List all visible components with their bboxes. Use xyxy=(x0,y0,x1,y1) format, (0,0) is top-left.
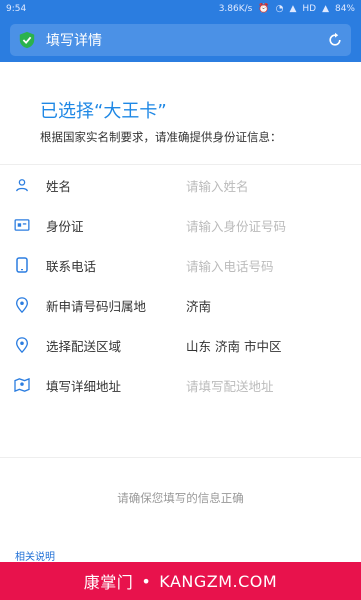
delivery-area-value[interactable]: 山东 济南 市中区 xyxy=(186,336,281,355)
name-label: 姓名 xyxy=(46,178,72,194)
id-card-icon xyxy=(14,219,30,231)
number-location-field[interactable]: 新申请号码归属地 济南 xyxy=(0,285,361,325)
id-card-label: 身份证 xyxy=(46,218,84,234)
signal-icon-2: ▲ xyxy=(322,4,329,14)
name-field[interactable]: 姓名 请输入姓名 xyxy=(0,165,361,205)
form-header: 已选择“大王卡” 根据国家实名制要求，请准确提供身份证信息： xyxy=(40,97,341,145)
name-input[interactable]: 请输入姓名 xyxy=(186,176,249,195)
footer-banner: 康掌门 • KANGZM.COM xyxy=(0,562,361,600)
location-pin-icon xyxy=(15,297,29,313)
delivery-area-field[interactable]: 选择配送区域 山东 济南 市中区 xyxy=(0,325,361,365)
refresh-icon[interactable] xyxy=(327,32,343,48)
form-content: 已选择“大王卡” 根据国家实名制要求，请准确提供身份证信息： 姓名 请输入姓名 … xyxy=(0,62,361,562)
location-pin-icon xyxy=(15,337,29,353)
number-location-label: 新申请号码归属地 xyxy=(46,298,147,314)
page-title: 填写详情 xyxy=(46,33,102,49)
footer-brand-en: KANGZM.COM xyxy=(159,571,278,591)
signal-icon: ▲ xyxy=(289,4,297,14)
map-icon xyxy=(14,378,30,392)
divider xyxy=(0,457,361,458)
phone-label: 联系电话 xyxy=(46,258,97,274)
address-input[interactable]: 请填写配送地址 xyxy=(186,376,274,395)
network-speed: 3.86K/s xyxy=(218,4,253,14)
confirmation-note: 请确保您填写的信息正确 xyxy=(117,491,244,505)
shield-check-icon xyxy=(19,31,35,49)
wifi-icon: ◔ xyxy=(275,4,284,14)
instruction-text: 根据国家实名制要求，请准确提供身份证信息： xyxy=(40,130,282,144)
id-card-input[interactable]: 请输入身份证号码 xyxy=(186,216,286,235)
delivery-area-label: 选择配送区域 xyxy=(46,338,122,354)
address-label: 填写详细地址 xyxy=(46,378,122,394)
title-bar[interactable]: 填写详情 xyxy=(10,24,351,56)
address-field[interactable]: 填写详细地址 请填写配送地址 xyxy=(0,365,361,405)
selected-card-title: 已选择“大王卡” xyxy=(40,101,167,122)
status-bar: 9:54 3.86K/s ⏰ ◔ ▲ HD ▲ 84% xyxy=(0,0,361,18)
footer-brand-cn: 康掌门 xyxy=(83,573,134,592)
number-location-value[interactable]: 济南 xyxy=(186,296,211,315)
network-type: HD xyxy=(302,4,317,14)
user-icon xyxy=(16,179,28,192)
phone-input[interactable]: 请输入电话号码 xyxy=(186,256,274,275)
battery-percent: 84% xyxy=(334,4,355,14)
phone-field[interactable]: 联系电话 请输入电话号码 xyxy=(0,245,361,285)
alarm-icon: ⏰ xyxy=(258,4,270,14)
id-card-field[interactable]: 身份证 请输入身份证号码 xyxy=(0,205,361,245)
related-info-link[interactable]: 相关说明 xyxy=(15,548,55,563)
phone-icon xyxy=(16,257,28,273)
status-time: 9:54 xyxy=(6,4,27,14)
footer-separator: • xyxy=(141,571,152,591)
